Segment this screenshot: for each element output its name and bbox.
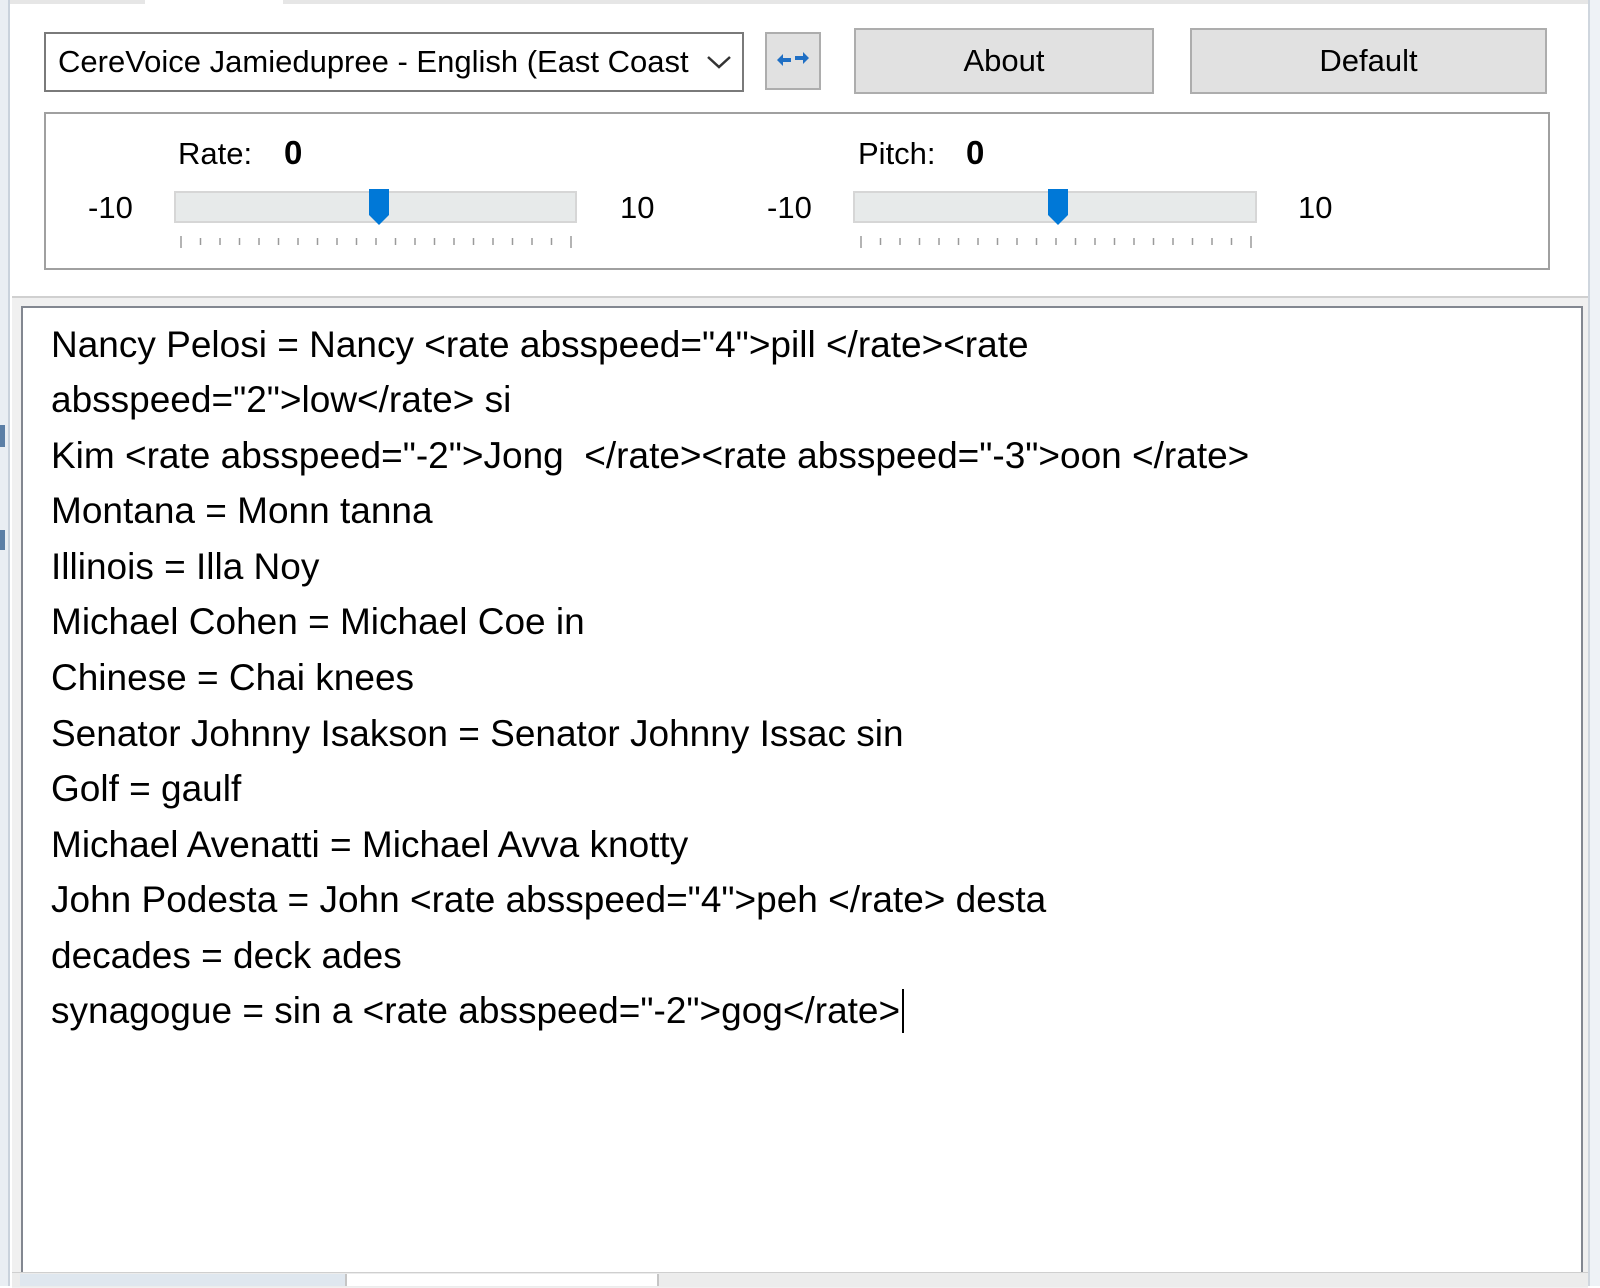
pitch-slider-thumb[interactable] xyxy=(1048,189,1068,225)
pitch-label: Pitch: xyxy=(858,136,936,171)
editor-line: John Podesta = John <rate absspeed="4">p… xyxy=(51,879,1047,920)
left-window-edge xyxy=(0,0,10,1286)
pitch-min-label: -10 xyxy=(767,190,812,225)
editor-line: Kim <rate absspeed="-2">Jong </rate><rat… xyxy=(51,435,1250,476)
pitch-slider-ticks xyxy=(860,236,1252,248)
rate-value: 0 xyxy=(284,134,303,171)
refresh-icon xyxy=(773,46,813,77)
refresh-voices-button[interactable] xyxy=(765,32,821,90)
editor-line: Golf = gaulf xyxy=(51,768,242,809)
voice-dropdown-value: CereVoice Jamiedupree - English (East Co… xyxy=(58,44,689,79)
bottom-tab[interactable] xyxy=(347,1274,659,1286)
editor-line: decades = deck ades xyxy=(51,935,402,976)
rate-min-label: -10 xyxy=(88,190,133,225)
voice-dropdown[interactable]: CereVoice Jamiedupree - English (East Co… xyxy=(44,32,744,92)
text-caret xyxy=(902,989,904,1033)
left-edge-marker xyxy=(0,425,5,447)
editor-line: Senator Johnny Isakson = Senator Johnny … xyxy=(51,713,904,754)
default-button[interactable]: Default xyxy=(1190,28,1547,94)
chevron-down-icon xyxy=(696,34,742,90)
left-edge-marker xyxy=(0,530,5,550)
editor-line: Montana = Monn tanna xyxy=(51,490,433,531)
editor-line: absspeed="2">low</rate> si xyxy=(51,379,512,420)
rate-label: Rate: xyxy=(178,136,253,171)
editor-line: Chinese = Chai knees xyxy=(51,657,415,698)
active-tab[interactable] xyxy=(145,0,283,4)
pronunciation-text-editor[interactable]: Nancy Pelosi = Nancy <rate absspeed="4">… xyxy=(21,306,1583,1274)
about-button[interactable]: About xyxy=(854,28,1154,94)
pitch-value: 0 xyxy=(966,134,985,171)
editor-line: Illinois = Illa Noy xyxy=(51,546,320,587)
rate-max-label: 10 xyxy=(620,190,655,225)
rate-slider-thumb[interactable] xyxy=(368,189,389,225)
bottom-tab[interactable] xyxy=(20,1274,347,1286)
pitch-max-label: 10 xyxy=(1298,190,1333,225)
editor-line: Michael Avenatti = Michael Avva knotty xyxy=(51,824,689,865)
right-window-edge xyxy=(1588,0,1600,1286)
editor-line: Michael Cohen = Michael Coe in xyxy=(51,601,585,642)
editor-line: Nancy Pelosi = Nancy <rate absspeed="4">… xyxy=(51,324,1029,365)
rate-slider-ticks xyxy=(180,236,572,248)
editor-line: synagogue = sin a <rate absspeed="-2">go… xyxy=(51,990,901,1031)
